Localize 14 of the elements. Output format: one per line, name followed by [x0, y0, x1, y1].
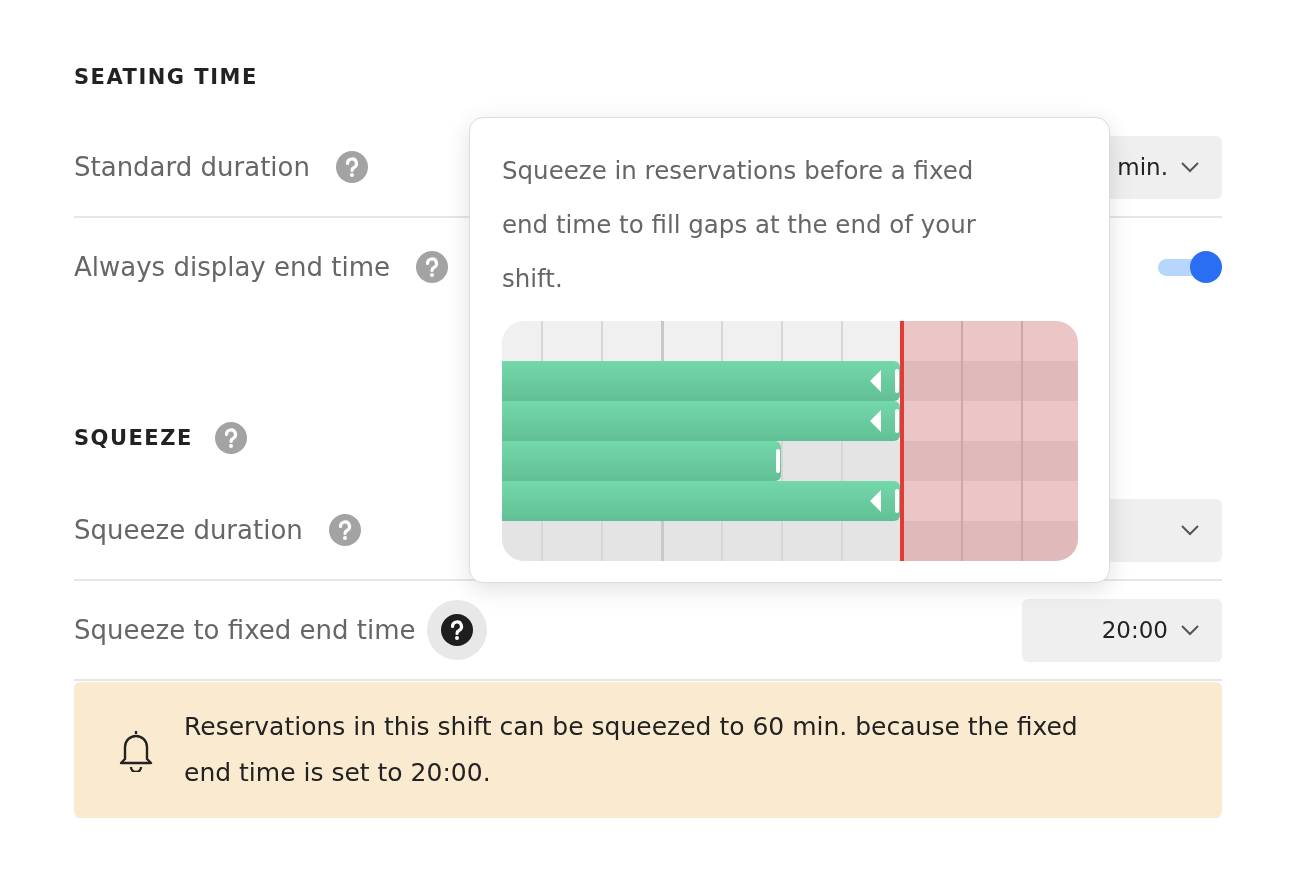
chevron-icon	[1180, 524, 1200, 536]
chevron-icon	[1180, 161, 1200, 173]
help-icon[interactable]	[441, 614, 474, 646]
section-heading: SQUEEZE	[74, 426, 193, 450]
setting-label: Squeeze duration	[74, 515, 303, 545]
chevron-icon	[1180, 624, 1200, 636]
select-dropdown[interactable]: 20:00	[1022, 598, 1222, 662]
section-heading: SEATING TIME	[74, 65, 258, 89]
setting-label: Standard duration	[74, 152, 310, 182]
toggle-switch[interactable]	[1158, 250, 1222, 284]
alert-message: Reservations in this shift can be squeezed to 60 min. because the fixed end time is set to 20:00.	[184, 711, 1079, 789]
tooltip-text: Squeeze in reservations before a fixed end time to fill gaps at the end of your shift.	[502, 155, 977, 295]
setting-label: Always display end time	[74, 252, 390, 282]
setting-label: Squeeze to fixed end time	[74, 615, 416, 645]
